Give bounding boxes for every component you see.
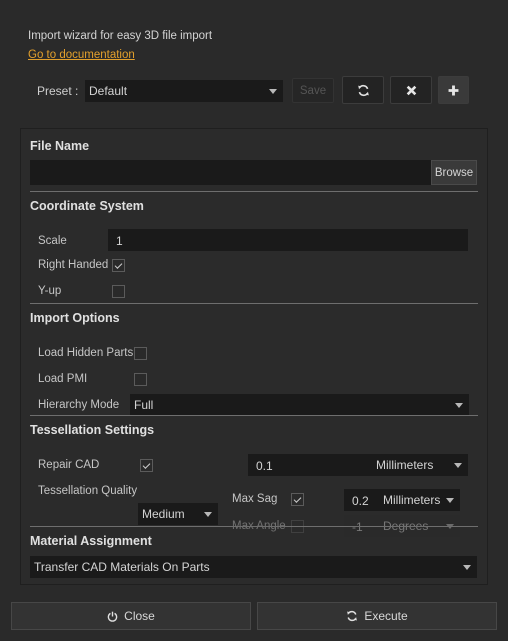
y-up-label: Y-up xyxy=(38,285,62,297)
divider xyxy=(30,415,478,416)
tolerance-unit-value: Millimeters xyxy=(376,458,434,472)
material-assignment-value: Transfer CAD Materials On Parts xyxy=(34,560,210,574)
close-button[interactable]: Close xyxy=(11,602,251,630)
right-handed-label: Right Handed xyxy=(38,259,109,271)
right-handed-checkbox[interactable] xyxy=(112,259,125,272)
chevron-down-icon xyxy=(446,498,454,503)
chevron-down-icon xyxy=(455,403,463,408)
check-icon xyxy=(142,460,151,469)
material-assignment-select[interactable]: Transfer CAD Materials On Parts xyxy=(30,556,477,578)
check-icon xyxy=(114,260,123,269)
load-pmi-label: Load PMI xyxy=(38,373,88,385)
max-sag-label: Max Sag xyxy=(232,493,278,505)
chevron-down-icon xyxy=(204,512,212,517)
chevron-down-icon xyxy=(269,89,277,94)
scale-label: Scale xyxy=(38,235,67,247)
refresh-preset-button[interactable] xyxy=(342,76,384,104)
import-options-title: Import Options xyxy=(30,311,120,325)
chevron-down-icon xyxy=(454,463,462,468)
divider xyxy=(30,303,478,304)
y-up-checkbox[interactable] xyxy=(112,285,125,298)
divider xyxy=(30,191,478,192)
tolerance-input[interactable]: 0.1 xyxy=(248,454,372,476)
max-sag-checkbox[interactable] xyxy=(291,493,304,506)
load-hidden-parts-checkbox[interactable] xyxy=(134,347,147,360)
tessellation-quality-value: Medium xyxy=(142,507,185,521)
max-sag-input[interactable]: 0.2 xyxy=(344,489,379,511)
preset-label: Preset : xyxy=(37,84,79,98)
power-icon xyxy=(107,611,118,622)
preset-select-value: Default xyxy=(89,84,128,98)
repair-cad-label: Repair CAD xyxy=(38,459,100,471)
preset-select[interactable]: Default xyxy=(85,80,283,102)
tessellation-quality-label: Tessellation Quality xyxy=(38,485,138,497)
documentation-link[interactable]: Go to documentation xyxy=(28,49,135,61)
save-preset-label: Save xyxy=(299,84,327,97)
add-preset-button[interactable] xyxy=(438,76,469,104)
max-sag-unit-value: Millimeters xyxy=(383,493,441,507)
execute-button[interactable]: Execute xyxy=(257,602,497,630)
refresh-icon xyxy=(357,84,369,96)
scale-input[interactable]: 1 xyxy=(108,229,468,251)
hierarchy-mode-label: Hierarchy Mode xyxy=(38,399,120,411)
intro-text: Import wizard for easy 3D file import xyxy=(28,30,213,42)
repair-cad-checkbox[interactable] xyxy=(140,459,153,472)
save-preset-button[interactable]: Save xyxy=(292,78,334,103)
browse-button[interactable]: Browse xyxy=(431,160,477,185)
tolerance-unit-select[interactable]: Millimeters xyxy=(372,454,468,476)
execute-button-label: Execute xyxy=(364,609,408,623)
load-pmi-checkbox[interactable] xyxy=(134,373,147,386)
close-icon xyxy=(406,85,416,95)
chevron-down-icon xyxy=(463,565,471,570)
close-button-label: Close xyxy=(124,609,155,623)
tessellation-settings-title: Tessellation Settings xyxy=(30,423,155,437)
check-icon xyxy=(293,494,302,503)
hierarchy-mode-value: Full xyxy=(134,398,154,412)
load-hidden-parts-label: Load Hidden Parts xyxy=(38,347,134,359)
plus-icon xyxy=(448,85,459,95)
max-sag-unit-select[interactable]: Millimeters xyxy=(379,489,460,511)
tessellation-quality-select[interactable]: Medium xyxy=(138,503,218,525)
file-name-input[interactable] xyxy=(30,160,431,185)
hierarchy-mode-select[interactable]: Full xyxy=(130,394,469,416)
material-assignment-title: Material Assignment xyxy=(30,534,152,548)
refresh-icon xyxy=(347,610,358,622)
coordinate-system-title: Coordinate System xyxy=(30,199,144,213)
delete-preset-button[interactable] xyxy=(390,76,432,104)
file-name-title: File Name xyxy=(30,139,90,153)
divider xyxy=(30,526,478,527)
